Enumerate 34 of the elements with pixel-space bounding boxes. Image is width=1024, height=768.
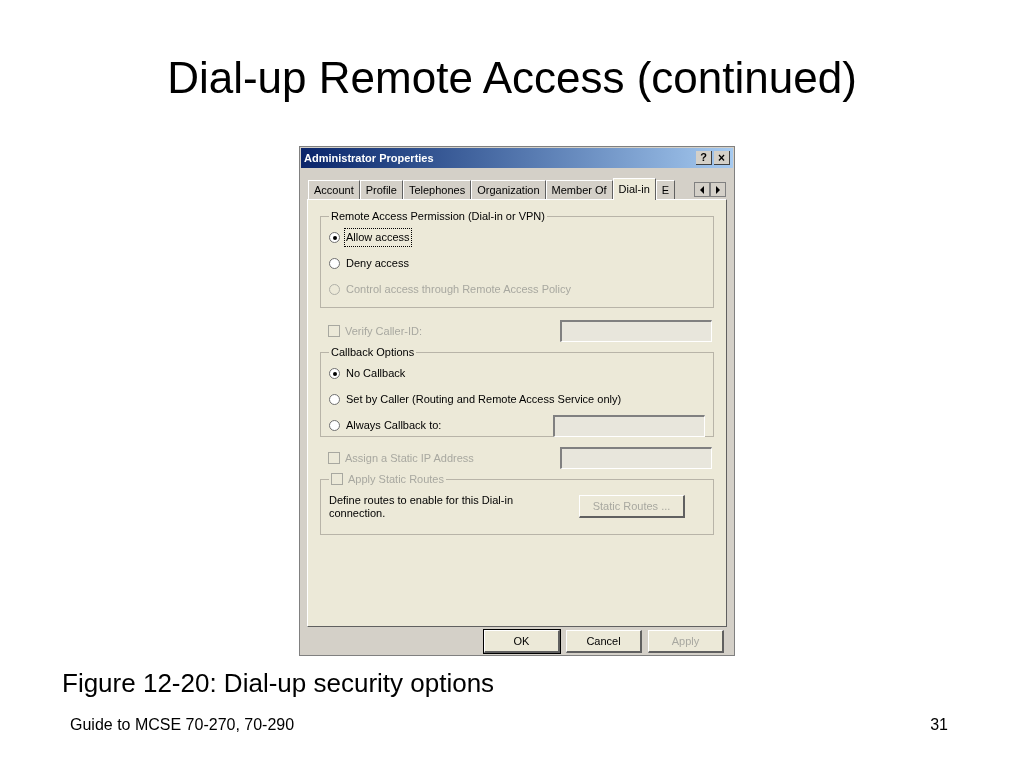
radio-label: Deny access — [345, 256, 410, 272]
tab[interactable]: Member Of — [545, 180, 613, 199]
dialog-button[interactable]: Cancel — [566, 630, 642, 653]
radio-label: No Callback — [345, 366, 407, 382]
slide-title: Dial-up Remote Access (continued) — [167, 52, 857, 104]
checkbox-label: Verify Caller-ID: — [345, 323, 423, 339]
slide-footer: Guide to MCSE 70-270, 70-290 — [70, 713, 295, 737]
page-number: 31 — [930, 715, 948, 735]
group-label: Callback Options — [330, 345, 416, 360]
radio-button[interactable] — [329, 394, 340, 405]
figure-caption: Figure 12-20: Dial-up security options — [62, 667, 496, 700]
tab[interactable]: Organization — [471, 180, 546, 199]
radio-button[interactable] — [329, 232, 340, 243]
tab[interactable]: Telephones — [402, 180, 472, 199]
radio-button[interactable] — [329, 258, 340, 269]
scroll-left-icon[interactable] — [694, 182, 710, 197]
radio-label: Always Callback to: — [345, 418, 443, 434]
checkbox-label: Apply Static Routes — [348, 472, 444, 487]
checkbox-label: Assign a Static IP Address — [345, 450, 474, 466]
help-button[interactable]: ? — [696, 151, 712, 165]
tab[interactable]: Dial-in — [612, 178, 656, 200]
description-text: Define routes to enable for this Dial-in connection. — [329, 493, 515, 520]
tab[interactable]: Account — [308, 180, 360, 199]
scroll-right-icon[interactable] — [710, 182, 726, 197]
radio-label: Control access through Remote Access Policy — [345, 282, 572, 298]
radio-button[interactable] — [329, 420, 340, 431]
radio-button[interactable] — [329, 368, 340, 379]
radio-label: Allow access — [345, 229, 411, 246]
tab[interactable]: Profile — [359, 180, 403, 199]
dialog-button[interactable]: OK — [484, 630, 560, 653]
window-title: Administrator Properties — [304, 150, 434, 166]
radio-label: Set by Caller (Routing and Remote Access Service only) — [345, 392, 623, 408]
close-button[interactable]: × — [714, 151, 730, 165]
group-label: Remote Access Permission (Dial-in or VPN) — [330, 209, 546, 224]
